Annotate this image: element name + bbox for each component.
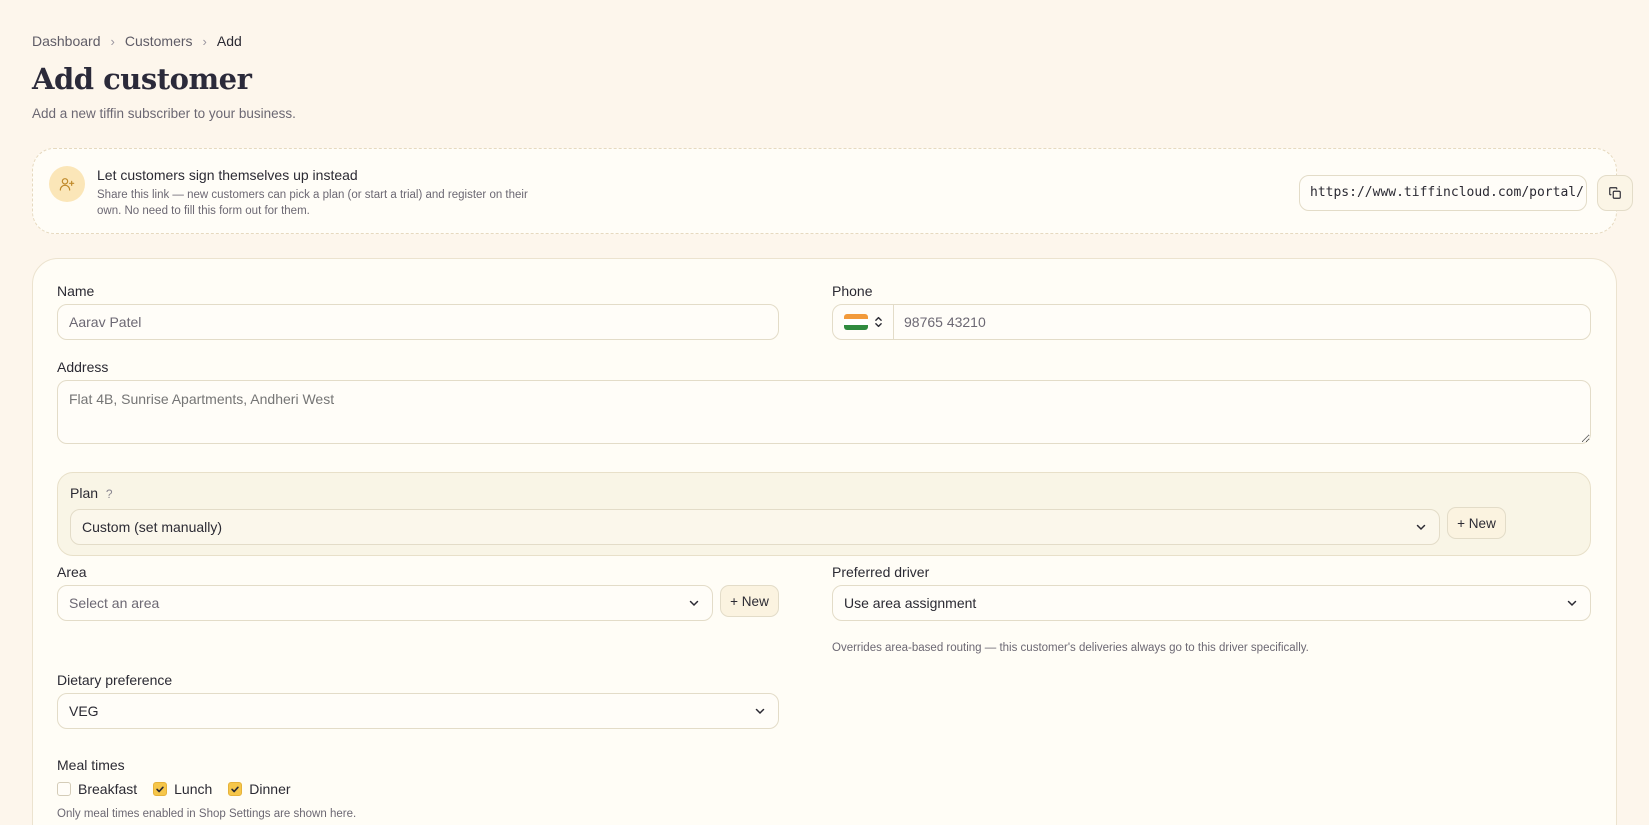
name-input[interactable]: Aarav Patel	[57, 304, 779, 340]
help-icon[interactable]: ?	[106, 487, 113, 501]
page-subtitle: Add a new tiffin subscriber to your busi…	[32, 106, 296, 121]
new-plan-button[interactable]: + New	[1447, 507, 1506, 539]
dietary-label: Dietary preference	[57, 672, 173, 688]
country-selector[interactable]	[833, 305, 894, 339]
check-icon	[156, 786, 164, 793]
lunch-label: Lunch	[174, 781, 213, 797]
area-label: Area	[57, 564, 87, 580]
self-signup-card: Let customers sign themselves up instead…	[32, 148, 1633, 234]
driver-help-text: Overrides area-based routing — this cust…	[832, 642, 1309, 654]
name-label: Name	[57, 283, 95, 299]
add-customer-form: Name Aarav Patel Phone 98765 43210 Addre…	[32, 258, 1617, 825]
breadcrumb-dashboard[interactable]: Dashboard	[32, 33, 101, 49]
breadcrumb: Dashboard › Customers › Add	[32, 33, 242, 49]
page-title: Add customer	[32, 62, 252, 96]
meal-option-breakfast[interactable]: Breakfast	[57, 781, 137, 797]
chevron-down-icon	[689, 600, 699, 607]
chevron-updown-icon	[874, 316, 882, 328]
phone-label: Phone	[832, 283, 873, 299]
plan-label: Plan ?	[70, 485, 113, 501]
meal-times-label: Meal times	[57, 757, 125, 773]
area-select-value: Select an area	[69, 595, 160, 611]
self-signup-title: Let customers sign themselves up instead	[97, 167, 358, 183]
check-icon	[231, 786, 240, 793]
driver-label: Preferred driver	[832, 564, 930, 580]
dietary-select[interactable]: VEG	[57, 693, 779, 729]
name-placeholder: Aarav Patel	[69, 314, 142, 330]
meal-option-lunch[interactable]: Lunch	[153, 781, 212, 797]
address-label: Address	[57, 359, 109, 375]
phone-input[interactable]: 98765 43210	[894, 314, 986, 330]
plan-select-value: Custom (set manually)	[82, 519, 223, 535]
phone-field: 98765 43210	[832, 304, 1591, 340]
new-area-button[interactable]: + New	[720, 585, 779, 617]
dinner-label: Dinner	[249, 781, 291, 797]
breakfast-checkbox[interactable]	[57, 782, 71, 796]
breadcrumb-current: Add	[216, 33, 242, 49]
chevron-right-icon: ›	[202, 33, 207, 49]
dietary-select-value: VEG	[69, 703, 99, 719]
breakfast-label: Breakfast	[78, 781, 138, 797]
portal-link-field[interactable]: https://www.tiffincloud.com/portal/	[1299, 175, 1587, 211]
plan-select[interactable]: Custom (set manually)	[70, 509, 1440, 545]
driver-select-value: Use area assignment	[844, 595, 977, 611]
chevron-down-icon	[755, 708, 765, 715]
meal-times-options: Breakfast Lunch Dinner	[57, 781, 291, 797]
chevron-down-icon	[1416, 524, 1426, 531]
plan-section: Plan ? Custom (set manually) + New	[57, 472, 1591, 556]
driver-select[interactable]: Use area assignment	[832, 585, 1591, 621]
chevron-right-icon: ›	[110, 33, 115, 49]
copy-icon	[1609, 187, 1621, 199]
user-plus-icon	[49, 166, 85, 202]
plan-label-text: Plan	[70, 485, 99, 501]
meal-option-dinner[interactable]: Dinner	[228, 781, 291, 797]
chevron-down-icon	[1567, 600, 1577, 607]
area-select[interactable]: Select an area	[57, 585, 713, 621]
lunch-checkbox[interactable]	[153, 782, 168, 796]
self-signup-description: Share this link — new customers can pick…	[97, 189, 528, 217]
meal-times-note: Only meal times enabled in Shop Settings…	[57, 808, 357, 820]
india-flag-icon	[843, 314, 868, 330]
address-input[interactable]	[57, 380, 1591, 444]
dinner-checkbox[interactable]	[228, 782, 243, 796]
breadcrumb-customers[interactable]: Customers	[125, 33, 193, 49]
copy-link-button[interactable]	[1597, 175, 1633, 211]
portal-link-text: https://www.tiffincloud.com/portal/	[1310, 185, 1584, 200]
